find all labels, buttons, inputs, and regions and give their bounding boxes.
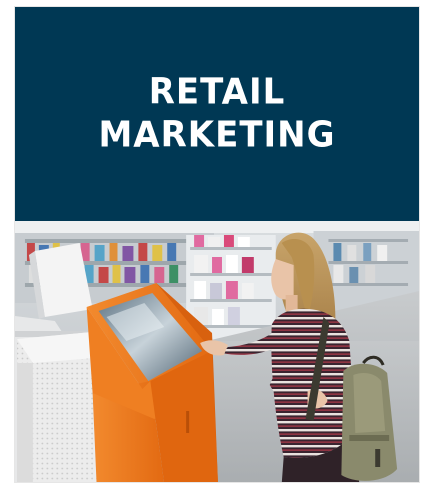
title-line-1: RETAIL [148, 70, 286, 113]
card-title: RETAIL MARKETING [98, 70, 335, 157]
title-line-2: MARKETING [98, 114, 336, 156]
retail-kiosk-photo [15, 221, 419, 482]
retail-marketing-card[interactable]: RETAIL MARKETING [14, 6, 420, 483]
kiosk-scene-illustration [15, 221, 419, 482]
title-banner: RETAIL MARKETING [15, 7, 419, 221]
